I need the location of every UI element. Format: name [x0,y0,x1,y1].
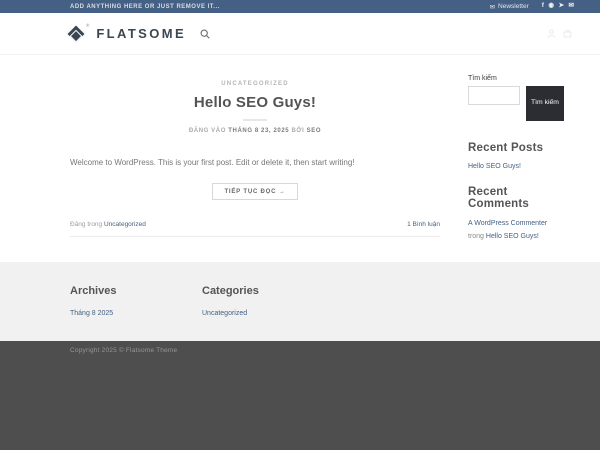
recent-posts-widget: Recent Posts Hello SEO Guys! [468,142,565,173]
meta-author-link[interactable]: SEO [307,128,321,134]
copyright-text: Copyright 2025 © Flatsome Theme [70,347,178,354]
site-logo[interactable]: ® FLATSOME [67,23,187,42]
email-icon[interactable]: ✉ [569,3,574,10]
sidebar-search-submit-button[interactable]: Tìm kiếm [526,86,564,121]
comment-connector: trong [468,232,486,240]
sidebar-search-input[interactable] [468,86,520,105]
main-content: UNCATEGORIZED Hello SEO Guys! ĐĂNG VÀO T… [0,55,600,262]
post-column: UNCATEGORIZED Hello SEO Guys! ĐĂNG VÀO T… [60,55,440,262]
meta-by: BỞI [289,128,307,134]
posted-in-text: Đăng trong [70,221,104,228]
recent-comments-title: Recent Comments [468,186,530,210]
comment-post-link[interactable]: Hello SEO Guys! [486,233,539,240]
newsletter-label: Newsletter [498,3,529,10]
category-link[interactable]: Uncategorized [202,310,247,317]
categories-title: Categories [202,285,259,297]
archives-title: Archives [70,285,117,297]
archive-link[interactable]: Tháng 8 2025 [70,310,113,317]
sidebar: Tìm kiếm Tìm kiếm Recent Posts Hello SEO… [468,55,565,262]
recent-posts-title: Recent Posts [468,142,544,154]
search-widget-label: Tìm kiếm [468,75,497,82]
instagram-icon[interactable]: ◉ [548,3,554,10]
article-header: UNCATEGORIZED Hello SEO Guys! ĐĂNG VÀO T… [70,72,440,134]
post-title: Hello SEO Guys! [193,94,317,111]
twitter-icon[interactable]: ➤ [559,3,564,10]
post-excerpt: Welcome to WordPress. This is your first… [70,158,355,167]
comments-link[interactable]: 1 Bình luận [407,221,440,228]
read-more-button[interactable]: TIẾP TỤC ĐỌC → [212,183,298,200]
footer-archives-column: Archives Tháng 8 2025 [70,285,202,341]
post-category-link[interactable]: UNCATEGORIZED [221,81,289,87]
posted-in: Đăng trong Uncategorized [70,221,146,228]
header-right-icons [547,29,572,38]
site-header: ® FLATSOME [0,13,600,55]
flatsome-logo-icon [67,25,85,42]
recent-comment-item: A WordPress Commenter trong Hello SEO Gu… [468,218,565,243]
facebook-icon[interactable]: f [542,3,544,10]
account-icon[interactable] [547,29,556,38]
meta-date[interactable]: THÁNG 8 23, 2025 [228,128,289,134]
page: ADD ANYTHING HERE OR JUST REMOVE IT... ✉… [0,0,600,450]
cart-icon[interactable] [563,29,572,38]
top-bar: ADD ANYTHING HERE OR JUST REMOVE IT... ✉… [0,0,600,13]
topbar-message: ADD ANYTHING HERE OR JUST REMOVE IT... [70,3,220,10]
entry-meta-row: Đăng trong Uncategorized 1 Bình luận [70,221,440,237]
topbar-right: ✉ Newsletter f ◉ ➤ ✉ [490,3,574,11]
footer-widgets: Archives Tháng 8 2025 Categories Uncateg… [0,262,600,341]
post-meta: ĐĂNG VÀO THÁNG 8 23, 2025 BỞI SEO [70,128,440,134]
newsletter-link[interactable]: ✉ Newsletter [490,3,529,11]
header-search-button[interactable] [200,29,210,39]
footer-categories-column: Categories Uncategorized [202,285,334,341]
meta-prefix: ĐĂNG VÀO [188,128,229,134]
posted-in-category-link[interactable]: Uncategorized [104,221,146,228]
registered-mark: ® [86,23,90,28]
search-widget: Tìm kiếm [468,86,565,121]
social-icons: f ◉ ➤ ✉ [542,3,574,10]
recent-comments-widget: Recent Comments A WordPress Commenter tr… [468,186,565,243]
title-divider [243,119,267,121]
search-icon [200,29,210,39]
logo-text: FLATSOME [96,26,187,41]
absolute-footer: Copyright 2025 © Flatsome Theme [0,341,600,450]
envelope-icon: ✉ [489,3,496,11]
recent-post-link[interactable]: Hello SEO Guys! [468,163,521,170]
readmore-row: TIẾP TỤC ĐỌC → [70,180,440,200]
comment-author-link[interactable]: A WordPress Commenter [468,220,547,227]
